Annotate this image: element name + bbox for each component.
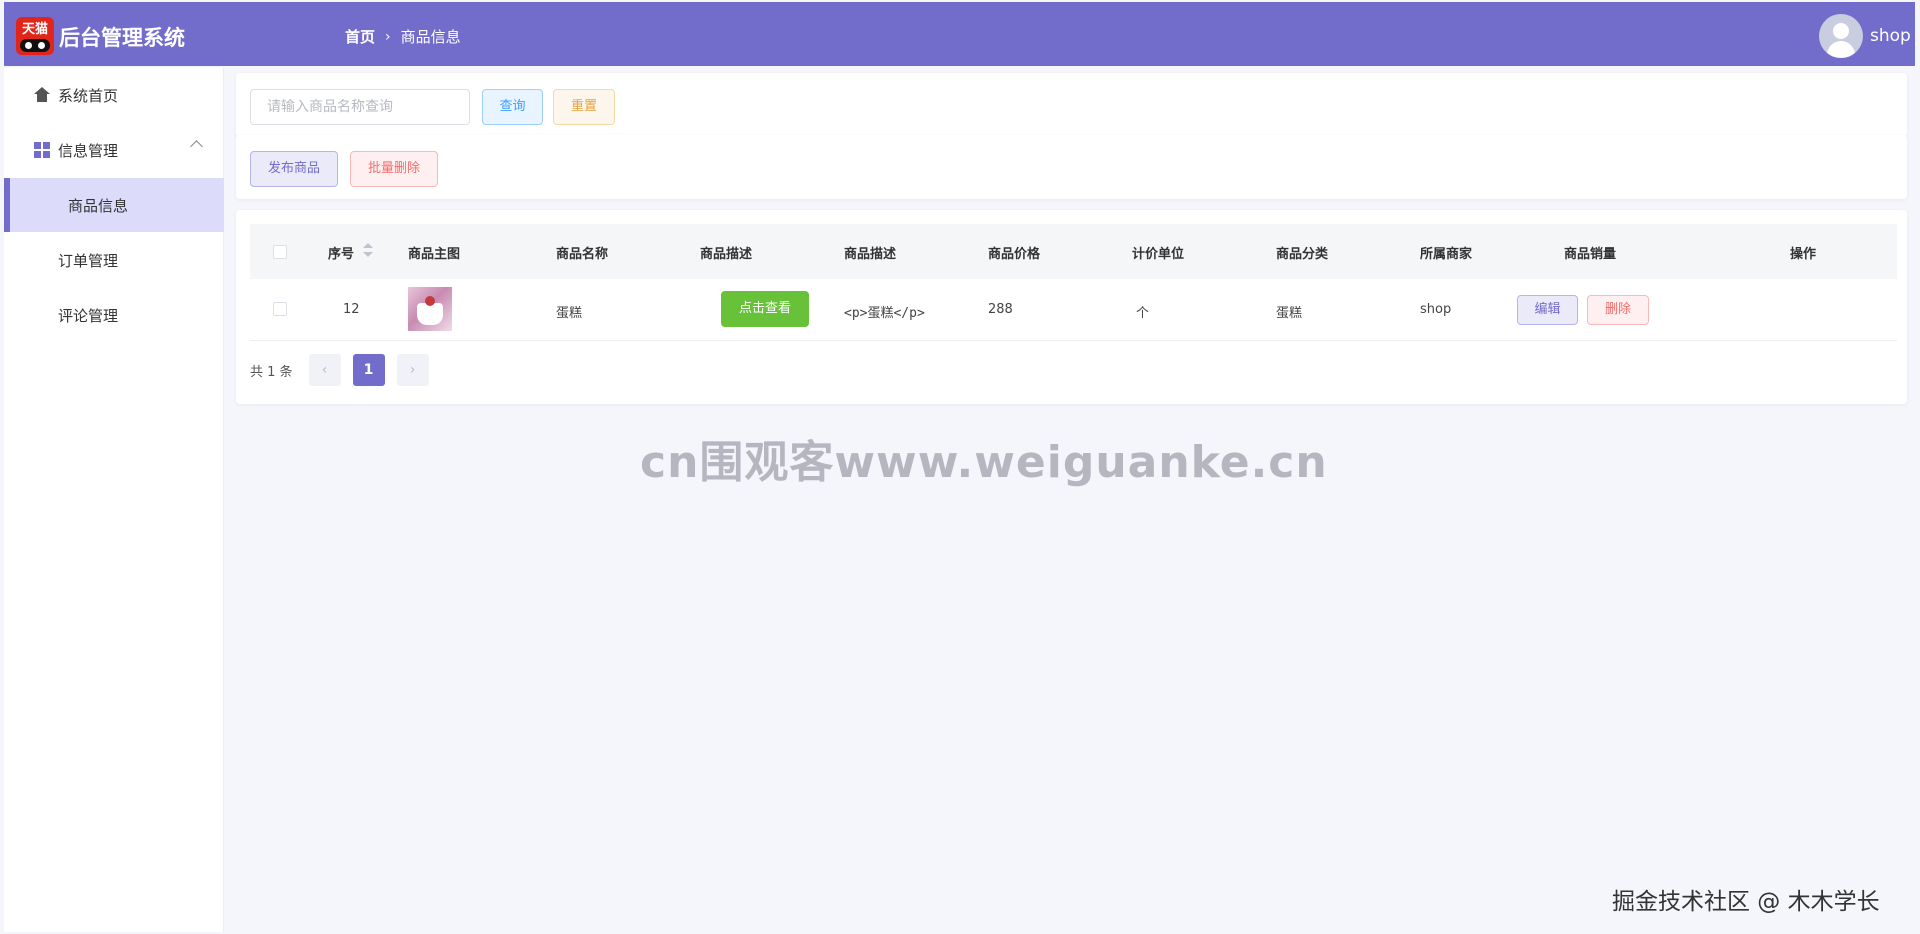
sidebar-item-product-info[interactable]: 商品信息 [4,178,224,232]
watermark-text: cn围观客www.weiguanke.cn [640,437,1328,488]
tmall-logo: 天猫 [16,17,54,55]
sidebar-item-label: 商品信息 [68,197,129,215]
logo-face-icon [20,39,50,52]
pagination: 共 1 条 ‹ 1 › [250,354,441,386]
chevron-up-icon [190,140,203,153]
app-title: 后台管理系统 [59,26,185,50]
table-panel: 序号 商品主图 商品名称 商品描述 商品描述 商品价格 计价单位 商品分类 所属… [236,210,1907,404]
username[interactable]: shop [1870,26,1911,46]
sidebar-item-label: 信息管理 [58,142,119,160]
search-input[interactable] [250,89,470,125]
sidebar: 系统首页 信息管理 商品信息 订单管理 评论管理 [4,68,224,932]
sidebar-item-label: 评论管理 [58,307,119,325]
product-price: 288 [988,302,1013,317]
view-description-button[interactable]: 点击查看 [721,291,809,327]
query-button[interactable]: 查询 [482,89,543,125]
product-thumbnail[interactable] [408,287,452,331]
table-row: 12 蛋糕 点击查看 <p>蛋糕</p> 288 个 蛋糕 shop 0 编辑 … [250,279,1897,341]
column-header: 商品描述 [844,247,897,262]
breadcrumb-current: 商品信息 [400,28,461,46]
sidebar-item-label: 系统首页 [58,87,119,105]
column-header: 商品名称 [556,247,609,262]
column-header: 计价单位 [1132,247,1185,262]
column-header: 商品价格 [988,247,1041,262]
column-header: 商品主图 [408,247,461,262]
sidebar-item-home[interactable]: 系统首页 [4,68,224,122]
select-all-checkbox[interactable] [273,245,287,259]
column-header: 操作 [1790,247,1817,262]
product-category: 蛋糕 [1276,306,1303,321]
search-panel: 查询 重置 [236,73,1907,137]
column-header: 所属商家 [1420,247,1473,262]
page-number[interactable]: 1 [352,354,385,386]
breadcrumb-separator-icon: › [385,28,391,45]
breadcrumb-home[interactable]: 首页 [345,26,375,47]
column-header: 商品分类 [1276,247,1329,262]
sidebar-item-info-management[interactable]: 信息管理 [4,123,224,177]
top-header: 天猫 后台管理系统 首页 › 商品信息 shop [4,2,1915,66]
delete-button[interactable]: 删除 [1587,295,1649,325]
edit-button[interactable]: 编辑 [1517,295,1578,325]
app-frame: 天猫 后台管理系统 首页 › 商品信息 shop 系统首页 信息管理 商品信息 … [4,2,1915,932]
pagination-total: 共 1 条 [250,364,293,380]
table-header: 序号 商品主图 商品名称 商品描述 商品描述 商品价格 计价单位 商品分类 所属… [250,224,1897,279]
action-panel: 发布商品 批量删除 [236,135,1907,199]
next-page-icon[interactable]: › [396,354,429,386]
sort-icon[interactable] [363,243,373,259]
column-header: 商品描述 [700,247,753,262]
avatar[interactable] [1819,14,1863,58]
product-merchant: shop [1420,302,1452,317]
publish-button[interactable]: 发布商品 [250,151,338,187]
column-header: 商品销量 [1564,247,1617,262]
row-checkbox[interactable] [273,302,287,316]
reset-button[interactable]: 重置 [553,89,615,125]
sidebar-item-orders[interactable]: 订单管理 [4,233,224,287]
product-description: <p>蛋糕</p> [844,306,925,321]
column-header[interactable]: 序号 [328,243,354,262]
footer-watermark: 掘金技术社区 @ 木木学长 [1612,889,1880,915]
sidebar-item-label: 订单管理 [58,252,119,270]
product-unit: 个 [1136,306,1150,321]
sidebar-item-comments[interactable]: 评论管理 [4,288,224,342]
product-name: 蛋糕 [556,306,583,321]
grid-icon [34,142,50,158]
batch-delete-button[interactable]: 批量删除 [350,151,438,187]
breadcrumb: 首页 › 商品信息 [345,26,461,47]
prev-page-icon[interactable]: ‹ [308,354,341,386]
row-index: 12 [343,302,360,317]
logo-text: 天猫 [21,22,48,37]
home-icon [34,87,50,103]
